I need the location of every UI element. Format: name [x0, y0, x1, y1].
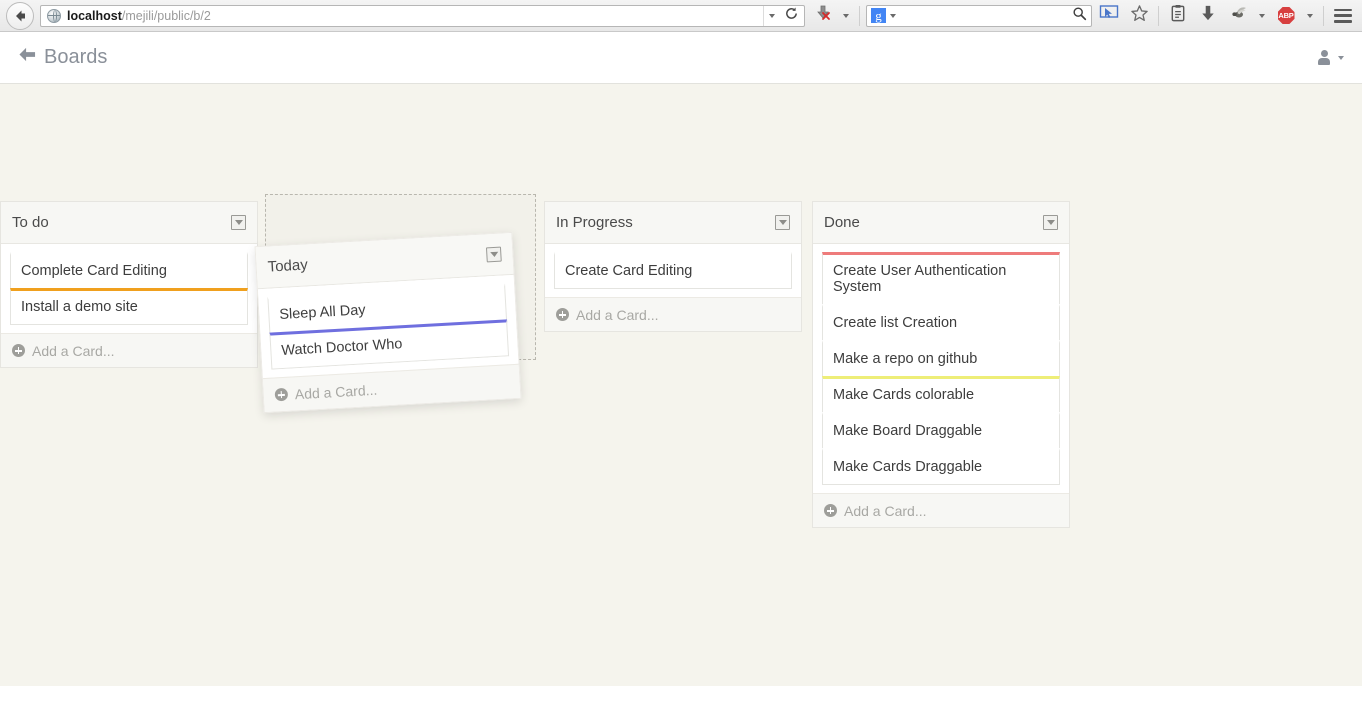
download-cancel-dropdown-button[interactable] [839, 3, 853, 29]
list-to-do[interactable]: To do Complete Card Editing Install a de… [0, 201, 258, 368]
reading-list-button[interactable] [1165, 3, 1191, 29]
firebug-icon [1228, 5, 1248, 26]
list-menu-dropdown-icon[interactable] [231, 215, 246, 230]
globe-icon [47, 8, 61, 23]
list-today-dragging[interactable]: Today Sleep All Day Watch Doctor Who Add… [254, 231, 522, 414]
card[interactable]: Complete Card Editing [10, 252, 248, 289]
chevron-down-icon [769, 13, 775, 18]
url-host: localhost [67, 8, 122, 23]
list-menu-dropdown-icon[interactable] [1043, 215, 1058, 230]
add-card-button[interactable]: Add a Card... [545, 297, 801, 331]
toolbar-divider [859, 5, 860, 26]
search-engine-dropdown-icon[interactable] [890, 13, 896, 18]
chevron-down-icon [1307, 13, 1313, 18]
cards-spacer [10, 325, 248, 333]
boards-back-link[interactable]: Boards [18, 46, 107, 69]
browser-toolbar: localhost/mejili/public/b/2 g ABP [0, 0, 1362, 32]
adblock-plus-icon: ABP [1277, 7, 1295, 24]
toolbar-divider [1323, 5, 1324, 26]
star-bookmark-icon [1130, 4, 1149, 28]
reload-button[interactable] [780, 6, 802, 26]
list-cards: Sleep All Day Watch Doctor Who [257, 274, 519, 379]
page-bottom-area [0, 686, 1362, 711]
card[interactable]: Make a repo on github [822, 340, 1060, 377]
card[interactable]: Install a demo site [10, 288, 248, 325]
chevron-down-icon [1259, 13, 1265, 18]
list-title: Done [824, 214, 860, 231]
cursor-select-icon [1099, 4, 1119, 27]
bookmark-button[interactable] [1126, 3, 1152, 29]
board-canvas: To do Complete Card Editing Install a de… [0, 84, 1362, 686]
add-card-button[interactable]: Add a Card... [1, 333, 257, 367]
google-logo-icon: g [871, 8, 886, 23]
list-cards: Create User Authentication System Create… [813, 244, 1069, 493]
user-menu[interactable] [1317, 50, 1344, 65]
firebug-dropdown-button[interactable] [1255, 3, 1269, 29]
list-header: Done [813, 202, 1069, 244]
adblock-plus-dropdown-button[interactable] [1303, 3, 1317, 29]
card[interactable]: Make Cards colorable [822, 376, 1060, 413]
add-card-label: Add a Card... [32, 342, 115, 359]
cards-spacer [822, 485, 1060, 493]
download-cancel-button[interactable] [809, 3, 835, 29]
address-bar-dropdown-button[interactable] [763, 5, 780, 26]
boards-label: Boards [44, 46, 108, 68]
cursor-select-button[interactable] [1096, 3, 1122, 29]
list-title: To do [12, 214, 49, 231]
card[interactable]: Create Card Editing [554, 252, 792, 289]
menu-hamburger-icon [1334, 8, 1352, 23]
card[interactable]: Make Board Draggable [822, 412, 1060, 449]
app-header: Boards [0, 32, 1362, 84]
add-card-label: Add a Card... [576, 306, 659, 323]
back-arrow-icon [12, 8, 28, 24]
address-bar[interactable]: localhost/mejili/public/b/2 [40, 4, 805, 27]
browser-menu-button[interactable] [1330, 3, 1356, 29]
add-card-label: Add a Card... [844, 502, 927, 519]
adblock-plus-button[interactable]: ABP [1273, 3, 1299, 29]
list-cards: Create Card Editing [545, 244, 801, 297]
card[interactable]: Make Cards Draggable [822, 448, 1060, 485]
list-header: In Progress [545, 202, 801, 244]
plus-circle-icon [12, 344, 25, 357]
list-done[interactable]: Done Create User Authentication System C… [812, 201, 1070, 528]
downloads-button[interactable] [1195, 3, 1221, 29]
list-menu-dropdown-icon[interactable] [485, 246, 502, 263]
list-header: To do [1, 202, 257, 244]
list-title: Today [267, 256, 309, 276]
search-bar[interactable]: g [866, 4, 1092, 27]
reading-list-icon [1169, 4, 1187, 28]
list-menu-dropdown-icon[interactable] [775, 215, 790, 230]
add-card-label: Add a Card... [294, 381, 378, 402]
add-card-button[interactable]: Add a Card... [813, 493, 1069, 527]
plus-circle-icon [274, 387, 289, 402]
back-arrow-icon [18, 46, 37, 69]
list-in-progress[interactable]: In Progress Create Card Editing Add a Ca… [544, 201, 802, 332]
url-path: /mejili/public/b/2 [121, 8, 211, 23]
browser-back-button[interactable] [6, 1, 34, 30]
card[interactable]: Create list Creation [822, 304, 1060, 341]
url-text: localhost/mejili/public/b/2 [67, 9, 763, 23]
reload-icon [784, 6, 799, 26]
firebug-button[interactable] [1225, 3, 1251, 29]
card[interactable]: Create User Authentication System [822, 252, 1060, 305]
downloads-icon [1199, 4, 1217, 28]
cards-spacer [554, 289, 792, 297]
plus-circle-icon [824, 504, 837, 517]
list-title: In Progress [556, 214, 633, 231]
chevron-down-icon [843, 13, 849, 18]
download-cancel-icon [812, 3, 832, 28]
plus-circle-icon [556, 308, 569, 321]
magnifier-icon[interactable] [1072, 6, 1087, 26]
user-avatar-icon [1317, 50, 1331, 65]
chevron-down-icon [1338, 55, 1344, 60]
list-cards: Complete Card Editing Install a demo sit… [1, 244, 257, 333]
toolbar-divider [1158, 5, 1159, 26]
